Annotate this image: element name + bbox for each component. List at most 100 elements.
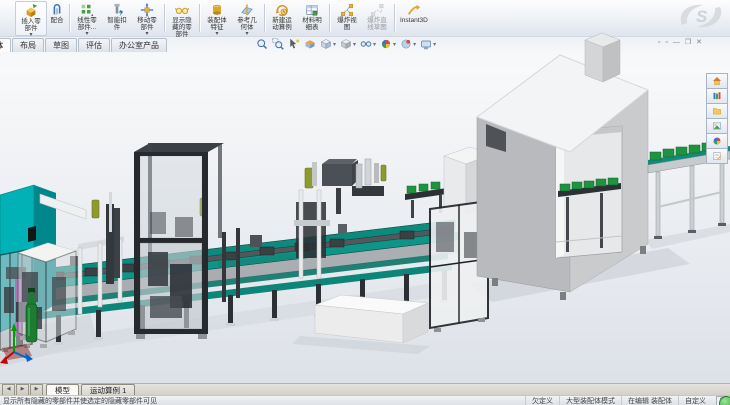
dropdown-caret-icon[interactable]: ▾: [333, 41, 336, 48]
toolbar-button-explodesk: 爆炸直线草图: [362, 1, 392, 36]
smart-icon: [110, 3, 124, 17]
dropdown-caret-icon[interactable]: ▾: [413, 41, 416, 48]
zoom-to-fit-button[interactable]: [254, 38, 270, 50]
toolbar-separator: [329, 4, 330, 32]
toolbar-button-label: Instant3D: [400, 17, 428, 24]
toolbar-button-linear[interactable]: 线性零部件...▾: [72, 1, 102, 36]
solidworks-resources-button[interactable]: [706, 73, 728, 89]
solidworks-window: 编辑零部件 插入零部件▾配合线性零部件...▾智能扣件移动零部件▾显示隐藏的零部…: [0, 0, 730, 405]
refgeo-icon: [240, 3, 254, 17]
motion-icon: [275, 3, 289, 17]
dropdown-caret-icon[interactable]: ▾: [373, 41, 376, 48]
custom-properties-button[interactable]: [706, 148, 728, 164]
zoom-to-area-icon: [272, 38, 284, 50]
toolbar-button-asmfeat[interactable]: 装配体特征▾: [202, 1, 232, 36]
explodesk-icon: [370, 3, 384, 17]
zoom-to-area-button[interactable]: [270, 38, 286, 50]
toolbar-button-instant3d[interactable]: Instant3D: [397, 1, 431, 36]
zoom-to-fit-icon: [256, 38, 268, 50]
camera-views-button[interactable]: ▾: [418, 38, 438, 50]
floor-white-box[interactable]: [315, 295, 428, 343]
tab-装配体[interactable]: 装配体: [0, 38, 11, 52]
mate-icon: [50, 3, 64, 17]
dropdown-caret-icon[interactable]: ▾: [433, 41, 436, 48]
toolbar-button-label: 线性零部件...: [75, 17, 99, 31]
dropdown-caret-icon[interactable]: ▾: [353, 41, 356, 48]
appearances-scenes-icon: [712, 136, 722, 146]
toolbar-button-label: 智能扣件: [105, 17, 129, 31]
explode-icon: [340, 3, 354, 17]
toolbar-button-label: 配合: [51, 17, 64, 24]
apply-scene-button[interactable]: ▾: [378, 38, 398, 50]
toolbar-button-refgeo[interactable]: 参考几何体▾: [232, 1, 262, 36]
appearances-scenes-button[interactable]: [706, 133, 728, 149]
toolbar-separator: [69, 4, 70, 32]
insert-icon: [24, 4, 38, 18]
view-palette-button[interactable]: [706, 118, 728, 134]
close-icon[interactable]: ✕: [696, 39, 702, 47]
view-orientation-button[interactable]: ▾: [318, 38, 338, 50]
apply-scene-icon: [380, 38, 392, 50]
rooftop-box: [585, 33, 620, 82]
section-view-button[interactable]: [302, 38, 318, 50]
magnified-selection-button[interactable]: [286, 38, 302, 50]
minimize-icon[interactable]: —: [673, 39, 680, 47]
asmfeat-icon: [210, 3, 224, 17]
toolbar-button-showhidden[interactable]: 显示隐藏的零部件: [167, 1, 197, 36]
pneumatic-cylinder-cluster[interactable]: [352, 159, 386, 196]
command-manager-toolbar: 编辑零部件 插入零部件▾ 配合 线性零部件...▾智能扣件移动零部件▾ 显示隐藏的零部…: [0, 0, 730, 37]
edit-component-button-partial[interactable]: 编辑零部件: [0, 1, 15, 36]
hide-show-items-icon: [360, 38, 372, 50]
document-window-controls: ▫ ▫ — ❐ ✕: [658, 39, 702, 47]
file-explorer-button[interactable]: [706, 103, 728, 119]
main-machine-enclosure[interactable]: [477, 33, 648, 300]
tab-办公室产品[interactable]: 办公室产品: [111, 38, 167, 52]
file-explorer-icon: [712, 106, 722, 116]
toolbar-separator: [394, 4, 395, 32]
status-editing-assembly: 在编辑 装配体: [621, 396, 678, 405]
restore-icon[interactable]: ❐: [685, 39, 691, 47]
toolbar-button-label: 爆炸直线草图: [365, 17, 389, 31]
tab-布局[interactable]: 布局: [12, 38, 44, 52]
toolbar-button-label: 参考几何体: [235, 17, 259, 31]
status-customize[interactable]: 自定义: [678, 396, 712, 405]
toolbar-button-label: 装配体特征: [205, 17, 229, 31]
tab-草图[interactable]: 草图: [45, 38, 77, 52]
dassault-systemes-logo: S: [674, 1, 726, 31]
dropdown-caret-icon[interactable]: ▾: [393, 41, 396, 48]
hide-show-items-button[interactable]: ▾: [358, 38, 378, 50]
instant3d-icon: [407, 3, 421, 17]
toolbar-button-mate[interactable]: 配合: [47, 1, 67, 36]
toolbar-button-insert[interactable]: 插入零部件▾: [15, 1, 47, 36]
move-icon: [140, 3, 154, 17]
heads-up-view-toolbar: ▾ ▾ ▾ ▾ ▾ ▾: [254, 38, 438, 50]
view-orientation-icon: [320, 38, 332, 50]
toolbar-button-bom[interactable]: 材料明细表: [297, 1, 327, 36]
toolbar-button-motion[interactable]: 新建运动算例: [267, 1, 297, 36]
toolbar-button-label: 插入零部件: [19, 18, 43, 32]
task-pane: [706, 74, 728, 164]
status-message: 显示所有隐藏的零部件并使选定的隐藏零部件可见: [3, 396, 525, 405]
view-settings-button[interactable]: ▾: [398, 38, 418, 50]
graphics-viewport[interactable]: [0, 52, 730, 383]
assembly-3d-scene[interactable]: [0, 52, 730, 383]
solidworks-resources-icon: [712, 76, 722, 86]
window-icon-2[interactable]: ▫: [665, 39, 667, 47]
linear-icon: [80, 3, 94, 17]
toolbar-button-explode[interactable]: 爆炸视图: [332, 1, 362, 36]
design-library-button[interactable]: [706, 88, 728, 104]
station-tower-frame[interactable]: [134, 143, 224, 339]
toolbar-separator: [199, 4, 200, 32]
toolbar-button-label: 显示隐藏的零部件: [170, 17, 194, 38]
quick-tips-icon[interactable]: [719, 396, 730, 405]
toolbar-separator: [264, 4, 265, 32]
toolbar-button-move[interactable]: 移动零部件▾: [132, 1, 162, 36]
edit-component-icon: [0, 3, 15, 36]
window-icon-1[interactable]: ▫: [658, 39, 660, 47]
toolbar-separator: [164, 4, 165, 32]
tab-评估[interactable]: 评估: [78, 38, 110, 52]
toolbar-button-label: 材料明细表: [300, 17, 324, 31]
bom-icon: [305, 3, 319, 17]
toolbar-button-smart[interactable]: 智能扣件: [102, 1, 132, 36]
display-style-button[interactable]: ▾: [338, 38, 358, 50]
